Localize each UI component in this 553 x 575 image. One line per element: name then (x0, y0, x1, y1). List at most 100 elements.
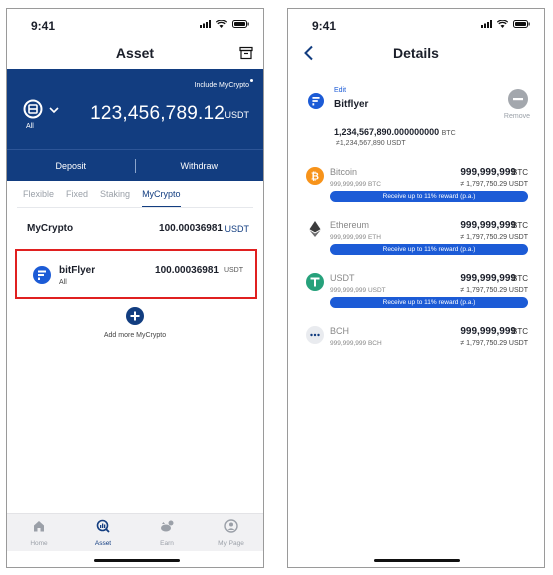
reward-button[interactable]: Receive up to 11% reward (p.a.) (330, 244, 528, 255)
tabbar-label: Home (30, 540, 48, 547)
tabbar-label: Asset (94, 540, 112, 547)
tabbar-label: Earn (160, 540, 174, 547)
deposit-button[interactable]: Deposit (7, 161, 135, 171)
coin-holding: 999,999,999 USDT (330, 287, 386, 294)
coin-name: USDT (330, 273, 355, 283)
asset-icon (96, 519, 110, 533)
coin-value: 999,999,999 (460, 167, 516, 178)
bottom-tabbar: Home Asset Earn My Page (7, 513, 263, 551)
bitcoin-icon: ₿ (306, 167, 324, 185)
top-navbar: Asset (7, 43, 263, 69)
home-indicator[interactable] (374, 559, 460, 562)
plus-icon[interactable] (126, 307, 144, 325)
coin-holding: 999,999,999 BTC (330, 181, 381, 188)
total-balance-unit: USDT (224, 110, 250, 120)
status-time: 9:41 (312, 19, 337, 33)
bitflyer-icon (33, 266, 51, 284)
coin-name: Bitcoin (330, 167, 358, 177)
coin-holding: 999,999,999 ETH (330, 234, 381, 241)
chevron-left-icon[interactable] (302, 45, 316, 61)
tabbar-home[interactable]: Home (7, 514, 71, 551)
tab-fixed[interactable]: Fixed (66, 189, 88, 207)
add-more-label: Add more MyCrypto (103, 332, 167, 339)
section-value: 100.00036981 (159, 223, 223, 234)
balance-actions: Deposit Withdraw (7, 149, 263, 181)
battery-icon (232, 20, 249, 28)
remove-icon[interactable] (508, 89, 528, 109)
coin-value: 999,999,999 (460, 273, 516, 284)
tabbar-mypage[interactable]: My Page (199, 514, 263, 551)
coin-unit: BTC (512, 327, 528, 336)
status-bar: 9:41 (7, 9, 263, 39)
coin-holding: 999,999,999 BCH (330, 340, 382, 347)
add-more-mycrypto[interactable]: Add more MyCrypto (7, 307, 263, 347)
coin-row-ethereum[interactable]: Ethereum 999,999,999 ETH 999,999,999 BTC… (288, 218, 544, 264)
status-icons (200, 20, 249, 28)
tab-flexible[interactable]: Flexible (23, 189, 54, 207)
tether-icon (306, 273, 324, 291)
exchange-total-approx: ≠1,234,567,890 USDT (336, 140, 406, 147)
exchange-name: bitFlyer (59, 265, 96, 276)
section-unit: USDT (224, 224, 250, 234)
account-selector-icon[interactable] (23, 99, 43, 119)
archive-icon[interactable] (239, 46, 253, 60)
tabs-divider (17, 207, 253, 208)
page-title: Details (393, 45, 439, 61)
reward-button[interactable]: Receive up to 11% reward (p.a.) (330, 297, 528, 308)
edit-link[interactable]: Edit (334, 87, 346, 94)
status-bar: 9:41 (288, 9, 544, 39)
exchange-header: Edit Bitflyer Remove 1,234,567,890.00000… (288, 83, 544, 153)
exchange-value: 100.00036981 (155, 265, 219, 276)
chevron-down-icon[interactable] (49, 106, 59, 114)
home-icon (34, 521, 44, 532)
coin-unit: BTC (512, 168, 528, 177)
status-time: 9:41 (31, 19, 56, 33)
coin-row-bch[interactable]: BCH 999,999,999 BCH 999,999,999 BTC ≠ 1,… (288, 324, 544, 370)
earn-icon (161, 520, 174, 532)
signal-icon (481, 20, 492, 28)
tab-staking[interactable]: Staking (100, 189, 130, 207)
exchange-total-unit: BTC (441, 130, 456, 137)
tabbar-label: My Page (218, 540, 244, 547)
exchange-account: All (59, 279, 67, 286)
coin-value: 999,999,999 (460, 220, 516, 231)
balance-panel: Include MyCrypto All 123,456,789.12 USDT (7, 69, 263, 149)
remove-label[interactable]: Remove (504, 113, 530, 120)
coin-approx: ≠ 1,797,750.29 USDT (460, 287, 528, 294)
section-label: MyCrypto (27, 223, 74, 234)
tabbar-asset[interactable]: Asset (71, 514, 135, 551)
include-indicator-dot (250, 79, 253, 82)
coin-approx: ≠ 1,797,750.29 USDT (460, 234, 528, 241)
home-indicator[interactable] (94, 559, 180, 562)
coin-name: Ethereum (330, 220, 370, 230)
wifi-icon (216, 20, 227, 28)
svg-text:₿: ₿ (311, 171, 319, 183)
withdraw-button[interactable]: Withdraw (136, 161, 264, 171)
coin-name: BCH (330, 326, 350, 336)
reward-button[interactable]: Receive up to 11% reward (p.a.) (330, 191, 528, 202)
coin-row-usdt[interactable]: USDT 999,999,999 USDT 999,999,999 BTC ≠ … (288, 271, 544, 317)
asset-screen: 9:41 Asset Include MyCrypto All 123,456,… (6, 8, 264, 568)
details-screen: 9:41 Details Edit Bitflyer Remove 1,234,… (287, 8, 545, 568)
wifi-icon (497, 20, 508, 28)
mycrypto-summary: MyCrypto 100.00036981 USDT (27, 223, 249, 239)
coin-approx: ≠ 1,797,750.29 USDT (460, 181, 528, 188)
total-balance: 123,456,789.12 (90, 103, 225, 124)
page-title: Asset (115, 45, 155, 61)
bch-icon (306, 326, 324, 344)
account-label: All (26, 123, 34, 130)
exchange-name: Bitflyer (334, 99, 369, 110)
tabbar-earn[interactable]: Earn (135, 514, 199, 551)
tab-mycrypto[interactable]: MyCrypto (142, 189, 181, 207)
exchange-card-bitflyer[interactable]: bitFlyer All 100.00036981 USDT (15, 249, 257, 299)
exchange-unit: USDT (223, 267, 243, 274)
coin-row-bitcoin[interactable]: ₿ Bitcoin 999,999,999 BTC 999,999,999 BT… (288, 165, 544, 211)
asset-tabs: Flexible Fixed Staking MyCrypto (23, 189, 253, 207)
top-navbar: Details (288, 43, 544, 69)
include-mycrypto-label[interactable]: Include MyCrypto (195, 82, 249, 89)
coin-approx: ≠ 1,797,750.29 USDT (460, 340, 528, 347)
coin-value: 999,999,999 (460, 326, 516, 337)
ethereum-icon (309, 221, 321, 237)
status-icons (481, 20, 530, 28)
exchange-total-value: 1,234,567,890.000000000 (334, 127, 440, 137)
